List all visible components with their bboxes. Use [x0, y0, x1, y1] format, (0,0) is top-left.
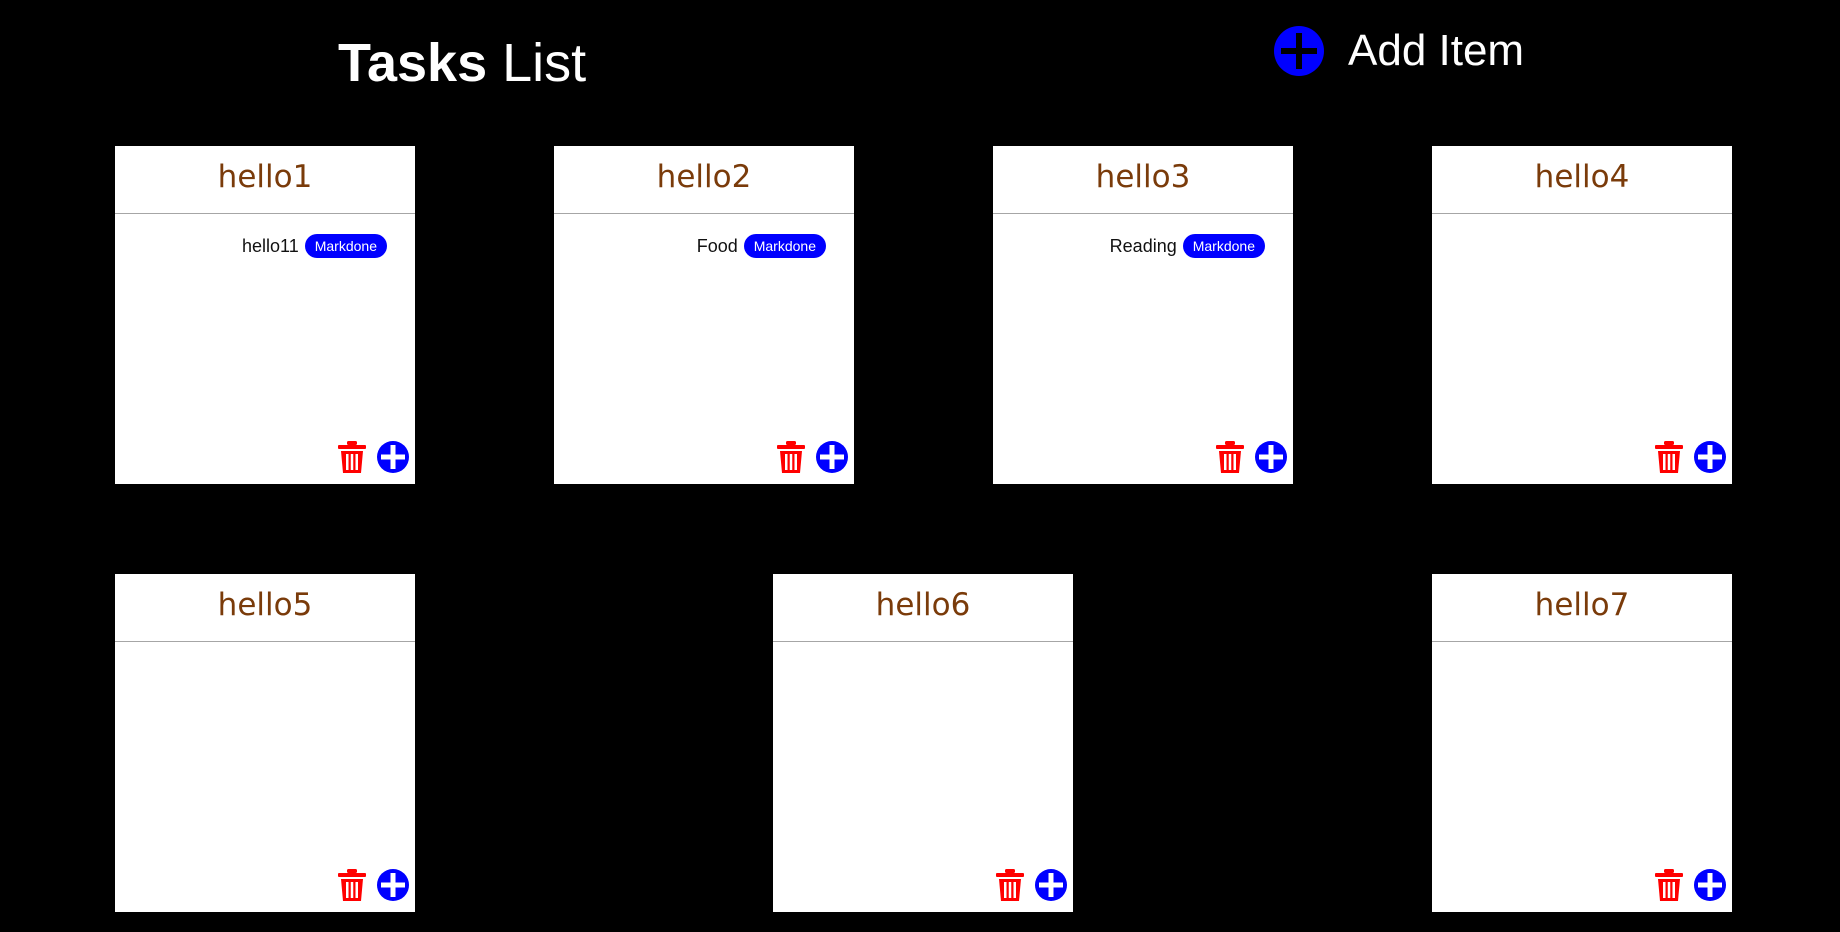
task-name: Food: [696, 235, 738, 256]
page-title: Tasks List: [338, 30, 586, 96]
add-item-label[interactable]: Add Item: [1348, 26, 1524, 76]
trash-icon[interactable]: [995, 868, 1025, 902]
plus-circle-icon[interactable]: [1274, 26, 1324, 76]
task-name: Reading: [1109, 235, 1177, 256]
task-list: hello11 Markdone: [115, 214, 415, 258]
add-task-icon[interactable]: [1694, 441, 1726, 473]
card-actions: [337, 868, 409, 902]
add-task-icon[interactable]: [377, 441, 409, 473]
card-title: hello2: [554, 146, 854, 214]
task-card: hello6: [773, 574, 1073, 912]
task-card: hello7: [1432, 574, 1732, 912]
page-title-rest: List: [502, 33, 587, 93]
task-item: hello11 Markdone: [242, 234, 387, 258]
task-card: hello4: [1432, 146, 1732, 484]
markdone-button[interactable]: Markdone: [304, 234, 387, 258]
markdone-button[interactable]: Markdone: [743, 234, 826, 258]
markdone-button[interactable]: Markdone: [1182, 234, 1265, 258]
card-actions: [337, 440, 409, 474]
card-title: hello4: [1432, 146, 1732, 214]
task-list: [1432, 214, 1732, 234]
card-title: hello3: [993, 146, 1293, 214]
task-card: hello3 Reading Markdone: [993, 146, 1293, 484]
card-actions: [1654, 868, 1726, 902]
trash-icon[interactable]: [337, 440, 367, 474]
card-actions: [1215, 440, 1287, 474]
add-task-icon[interactable]: [377, 869, 409, 901]
task-item: Reading Markdone: [1110, 234, 1265, 258]
task-list: [1432, 642, 1732, 662]
task-list: Food Markdone: [554, 214, 854, 258]
add-task-icon[interactable]: [1035, 869, 1067, 901]
card-title: hello6: [773, 574, 1073, 642]
card-actions: [1654, 440, 1726, 474]
trash-icon[interactable]: [1215, 440, 1245, 474]
trash-icon[interactable]: [776, 440, 806, 474]
card-actions: [776, 440, 848, 474]
task-list: Reading Markdone: [993, 214, 1293, 258]
task-card: hello1 hello11 Markdone: [115, 146, 415, 484]
card-title: hello7: [1432, 574, 1732, 642]
task-list: [115, 642, 415, 662]
add-task-icon[interactable]: [1694, 869, 1726, 901]
task-name: hello11: [242, 235, 299, 256]
tasks-page: Tasks List Add Item hello1 hello11 Markd…: [0, 0, 1840, 932]
card-title: hello5: [115, 574, 415, 642]
add-item-button[interactable]: Add Item: [1274, 26, 1524, 76]
card-actions: [995, 868, 1067, 902]
task-list: [773, 642, 1073, 662]
card-title: hello1: [115, 146, 415, 214]
trash-icon[interactable]: [1654, 868, 1684, 902]
task-card: hello2 Food Markdone: [554, 146, 854, 484]
trash-icon[interactable]: [337, 868, 367, 902]
task-card: hello5: [115, 574, 415, 912]
page-title-bold: Tasks: [338, 33, 488, 93]
add-task-icon[interactable]: [816, 441, 848, 473]
add-task-icon[interactable]: [1255, 441, 1287, 473]
task-item: Food Markdone: [697, 234, 826, 258]
trash-icon[interactable]: [1654, 440, 1684, 474]
